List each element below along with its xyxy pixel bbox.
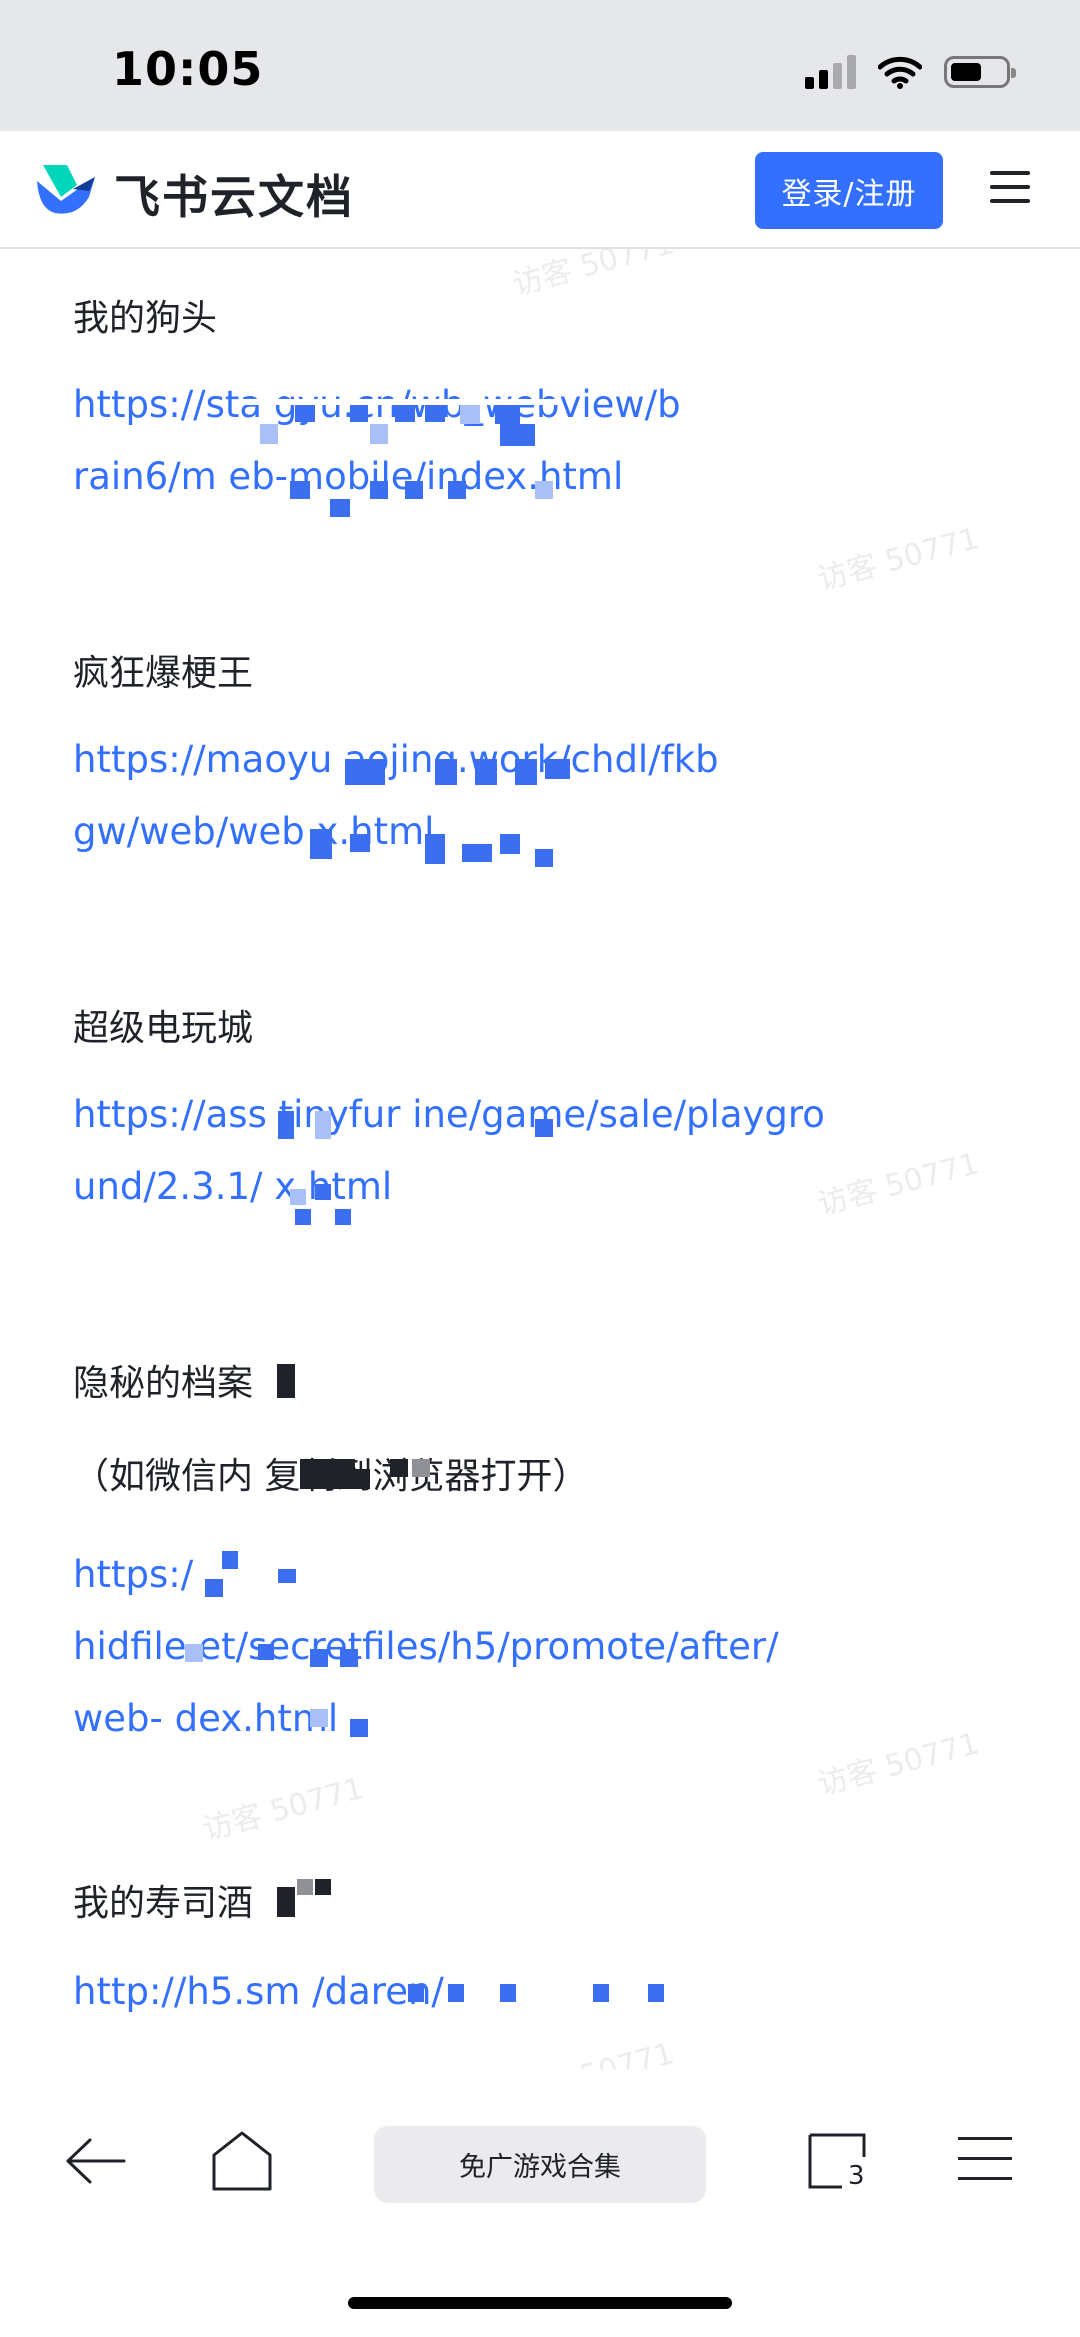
- redaction-block: [412, 1459, 430, 1477]
- redaction-block: [475, 759, 497, 785]
- link-line: https:/: [73, 1553, 194, 1596]
- link-line: https://ass tinyfur ine/game/sale/playgr…: [73, 1093, 825, 1136]
- redaction-block: [340, 1649, 358, 1667]
- redaction-block: [295, 404, 315, 422]
- back-arrow-icon[interactable]: [64, 2136, 126, 2186]
- redaction-block: [310, 1709, 328, 1727]
- game-collection-button[interactable]: 免广游戏合集: [374, 2126, 706, 2203]
- link-line: und/2.3.1/ x.html: [73, 1165, 393, 1208]
- redaction-block: [350, 1719, 368, 1737]
- entry-title: 隐秘的档案: [73, 1363, 254, 1404]
- redaction-block: [240, 399, 560, 405]
- redaction-block: [462, 844, 492, 862]
- entry-title: 超级电玩城: [73, 1008, 254, 1049]
- redaction-block: [222, 1551, 238, 1569]
- redaction-block: [593, 1984, 609, 2002]
- redaction-block: [535, 481, 553, 499]
- document-content: 访客 50771 访客 50771 访客 50771 访客 50771 访客 5…: [0, 249, 1080, 2069]
- redaction-block: [425, 834, 445, 864]
- redaction-block: [205, 1579, 223, 1597]
- home-indicator: [348, 2297, 732, 2309]
- entry-link[interactable]: https://maoyu aojing.work/chdl/fkb gw/we…: [73, 724, 1013, 868]
- watermark: 访客 50771: [199, 1771, 368, 1848]
- redaction-block: [460, 404, 480, 424]
- redaction-block: [500, 834, 520, 854]
- entry-title: 疯狂爆梗王: [73, 653, 254, 694]
- hamburger-menu-icon[interactable]: [990, 171, 1030, 211]
- redaction-block: [448, 481, 466, 499]
- redaction-block: [495, 404, 520, 424]
- redaction-block: [260, 424, 278, 444]
- feishu-logo-icon: [37, 165, 95, 214]
- redaction-block: [500, 424, 535, 446]
- watermark: 访客 50771: [814, 521, 983, 598]
- redaction-block: [448, 1984, 464, 2002]
- redaction-block: [310, 1649, 328, 1667]
- redaction-block: [315, 1111, 331, 1139]
- redaction-block: [300, 1459, 355, 1489]
- redaction-block: [295, 1209, 311, 1225]
- link-line: rain6/m eb-mobile/index.html: [73, 455, 624, 498]
- redaction-block: [278, 1111, 294, 1139]
- redaction-block: [350, 834, 370, 852]
- redaction-block: [310, 829, 332, 859]
- entry-link[interactable]: http://h5.sm /daren/: [73, 1956, 1013, 2028]
- entry-title: 我的狗头: [73, 298, 218, 339]
- entry-link[interactable]: https:/ hidfile et/secretfiles/h5/promot…: [73, 1539, 1013, 1755]
- cellular-signal-icon: [805, 55, 856, 89]
- redaction-block: [290, 1189, 306, 1205]
- watermark: 访客 50771: [507, 2028, 678, 2069]
- status-time: 10:05: [112, 42, 264, 96]
- redaction-block: [408, 1984, 424, 2002]
- redaction-block: [355, 1469, 370, 1489]
- redaction-block: [370, 424, 388, 444]
- redaction-block: [350, 404, 368, 422]
- watermark: 访客 50771: [509, 249, 678, 303]
- redaction-block: [277, 1887, 295, 1917]
- redaction-block: [435, 759, 457, 785]
- battery-icon: [944, 56, 1016, 88]
- link-line: https://maoyu aojing.work/chdl/fkb: [73, 738, 719, 781]
- redaction-block: [395, 404, 415, 422]
- redaction-block: [425, 404, 445, 422]
- redaction-block: [405, 481, 423, 499]
- redaction-block: [535, 1119, 553, 1137]
- link-line: web- dex.html: [73, 1697, 339, 1740]
- browser-menu-icon[interactable]: [958, 2137, 1012, 2185]
- wifi-icon: [878, 56, 922, 89]
- redaction-block: [297, 1879, 313, 1895]
- redaction-block: [535, 849, 553, 867]
- link-line: hidfile et/secretfiles/h5/promote/after/: [73, 1625, 779, 1668]
- redaction-block: [330, 499, 350, 517]
- home-icon[interactable]: [210, 2129, 274, 2193]
- entry-title: 我的寿司酒: [73, 1883, 254, 1924]
- redaction-block: [500, 1984, 516, 2002]
- redaction-block: [648, 1984, 664, 2002]
- status-bar: 10:05: [0, 0, 1080, 131]
- entry-link[interactable]: https://ass tinyfur ine/game/sale/playgr…: [73, 1079, 1013, 1223]
- redaction-block: [185, 1644, 203, 1662]
- brand-name: 飞书云文档: [114, 170, 354, 224]
- redaction-block: [315, 1879, 331, 1895]
- redaction-block: [345, 759, 385, 785]
- redaction-block: [515, 759, 537, 785]
- link-line: https://sta gyu.cn/wb_webview/b: [73, 383, 681, 426]
- redaction-block: [278, 1569, 296, 1583]
- redaction-block: [277, 1364, 295, 1398]
- status-icons: [805, 50, 1016, 94]
- redaction-block: [290, 481, 310, 499]
- redaction-block: [545, 759, 570, 779]
- redaction-block: [335, 1209, 351, 1225]
- redaction-block: [390, 1459, 408, 1477]
- link-line: http://h5.sm /daren/: [73, 1970, 444, 2013]
- redaction-block: [258, 1644, 274, 1660]
- redaction-block: [370, 481, 388, 499]
- app-header: 飞书云文档 登录/注册: [0, 131, 1080, 249]
- login-register-button[interactable]: 登录/注册: [755, 152, 943, 229]
- redaction-block: [315, 1184, 331, 1200]
- tabs-count[interactable]: 3: [848, 2161, 865, 2191]
